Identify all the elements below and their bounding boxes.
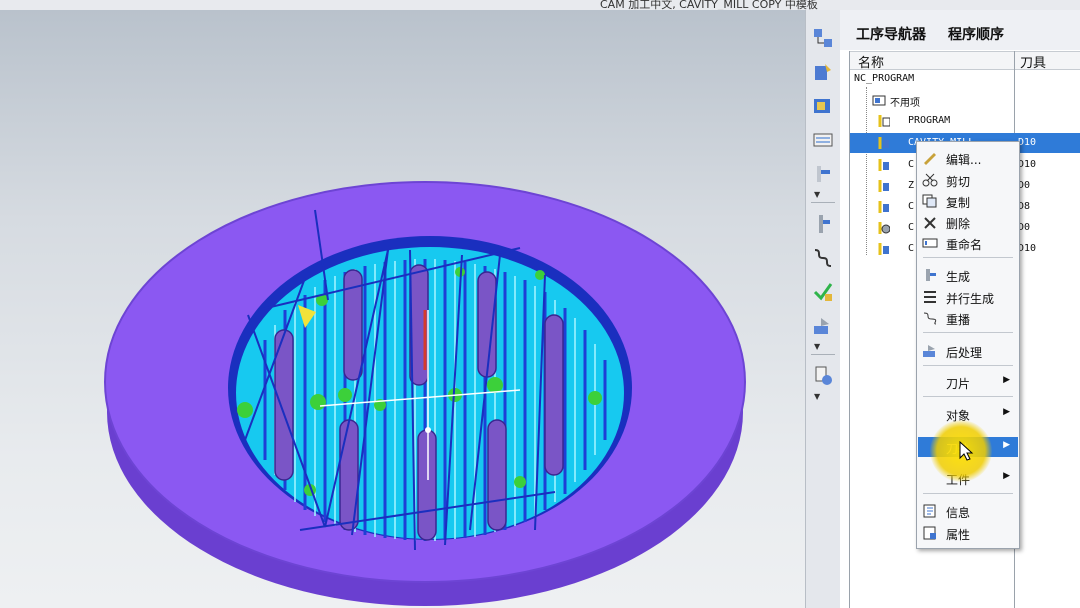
menu-item-properties[interactable]: 属性	[918, 523, 1018, 543]
window-title: CAM 加工中文, CAVITY_MILL COPY 中模板	[600, 0, 818, 10]
menu-item-copy[interactable]: 复制	[918, 191, 1018, 211]
edit-icon	[922, 151, 938, 165]
cavity-mill-icon	[876, 200, 890, 214]
menu-item-parallel-generate[interactable]: 并行生成	[918, 287, 1018, 307]
menu-item-generate[interactable]: 生成	[918, 265, 1018, 285]
replay-icon	[922, 311, 938, 325]
delete-icon	[922, 215, 938, 229]
shop-doc-icon[interactable]	[811, 364, 835, 388]
assembly-navigator-icon[interactable]	[811, 26, 835, 50]
menu-item-edit[interactable]: 编辑...	[918, 148, 1018, 168]
postprocess-icon[interactable]	[811, 314, 835, 338]
navigator-column-header: 名称 刀具	[850, 51, 1080, 71]
reuse-library-icon[interactable]	[811, 128, 835, 152]
copy-icon	[922, 194, 938, 208]
tree-row-unused[interactable]: 不用项	[850, 90, 1080, 110]
tree-row-nc-program[interactable]: NC_PROGRAM	[850, 69, 1080, 89]
menu-item-postprocess[interactable]: 后处理	[918, 341, 1018, 361]
navigator-tabs: 工序导航器 程序顺序	[840, 10, 1080, 50]
menu-item-delete[interactable]: 删除	[918, 212, 1018, 232]
submenu-arrow-icon: ▶	[1003, 375, 1010, 385]
constraint-navigator-icon[interactable]	[811, 60, 835, 84]
submenu-arrow-icon: ▶	[1003, 440, 1010, 450]
operation-navigator-icon[interactable]	[811, 162, 835, 186]
verify-toolpath-icon[interactable]	[811, 280, 835, 304]
resource-bar: ▼ ▼ ▼	[805, 10, 841, 608]
generate-toolpath-icon[interactable]	[811, 246, 835, 270]
mouse-pointer-icon	[959, 440, 974, 461]
part-navigator-icon[interactable]	[811, 94, 835, 118]
postprocess-icon	[922, 344, 938, 358]
cavity-mill-icon	[876, 179, 890, 193]
menu-item-cut[interactable]: 剪切	[918, 170, 1018, 190]
properties-icon	[922, 526, 938, 540]
parallel-generate-icon	[922, 290, 938, 304]
part-model-view[interactable]	[0, 10, 805, 608]
machine-tool-icon[interactable]	[811, 212, 835, 236]
info-icon	[922, 504, 938, 518]
tab-program-order[interactable]: 程序顺序	[948, 24, 1004, 44]
folder-icon	[872, 93, 886, 107]
tree-row-program[interactable]: PROGRAM	[850, 111, 1080, 131]
cavity-mill-icon	[876, 242, 890, 256]
submenu-arrow-icon: ▶	[1003, 407, 1010, 417]
menu-item-replay[interactable]: 重播	[918, 308, 1018, 328]
context-menu: 编辑... 剪切 复制 删除 重命名 生成 并行生成 重播 后处理 刀片 ▶ 对…	[916, 141, 1020, 549]
graphics-viewport[interactable]	[0, 10, 805, 608]
planar-mill-icon	[876, 221, 891, 235]
program-folder-icon	[876, 114, 891, 128]
cut-icon	[922, 173, 938, 187]
menu-item-insert[interactable]: 刀片 ▶	[918, 372, 1018, 392]
cavity-mill-icon	[876, 158, 890, 172]
menu-item-information[interactable]: 信息	[918, 501, 1018, 521]
submenu-arrow-icon: ▶	[1003, 471, 1010, 481]
cavity-mill-icon	[876, 136, 890, 150]
rename-icon	[922, 236, 938, 250]
menu-item-rename[interactable]: 重命名	[918, 233, 1018, 253]
generate-icon	[922, 268, 938, 282]
window-title-bar: CAM 加工中文, CAVITY_MILL COPY 中模板	[0, 0, 1080, 10]
tab-operation-navigator[interactable]: 工序导航器	[856, 24, 926, 44]
